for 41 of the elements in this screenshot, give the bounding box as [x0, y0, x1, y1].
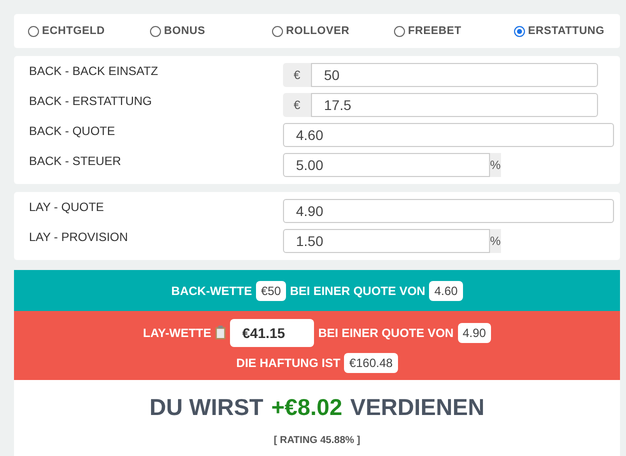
rating-text: [ RATING 45.88% ] — [274, 435, 360, 446]
stake-value: €50 — [256, 280, 286, 300]
radio-icon[interactable] — [514, 26, 525, 36]
odds-label: BEI EINER QUOTE VON — [318, 326, 454, 340]
liability-label: DIE HAFTUNG IST — [236, 356, 340, 370]
currency-addon: € — [283, 63, 311, 87]
mode-radio[interactable]: ECHTGELD — [28, 25, 150, 37]
field-label: BACK - ERSTATTUNG — [29, 93, 153, 110]
result-text: VERDIENEN — [350, 394, 484, 421]
field-label: BACK - STEUER — [29, 153, 122, 170]
input-field[interactable]: 4.60 — [283, 123, 614, 147]
mode-radio[interactable]: BONUS — [150, 25, 272, 37]
input-field[interactable]: 1.50 — [283, 229, 490, 253]
result-text: DU WIRST — [150, 394, 264, 421]
odds-value: 4.90 — [458, 322, 491, 342]
profit-value: +€8.02 — [271, 394, 342, 421]
mode-radio[interactable]: ROLLOVER — [272, 25, 394, 37]
odds-label: BEI EINER QUOTE VON — [290, 284, 426, 298]
radio-icon[interactable] — [28, 26, 39, 36]
odds-value: 4.60 — [429, 280, 463, 300]
percent-addon: % — [490, 229, 501, 253]
input-field[interactable]: 5.00 — [283, 153, 490, 177]
field-label: BACK - BACK EINSATZ — [29, 63, 160, 80]
lay-stake-field[interactable]: €41.15 — [230, 318, 314, 346]
bet-label: BACK-WETTE — [171, 284, 252, 298]
field-label: LAY - PROVISION — [29, 229, 129, 246]
field-label: LAY - QUOTE — [29, 199, 105, 216]
bet-label: LAY-WETTE — [143, 326, 212, 340]
field-label: BACK - QUOTE — [29, 123, 116, 140]
mode-radio[interactable]: FREEBET — [394, 25, 514, 37]
input-field[interactable]: 17.5 — [311, 93, 598, 117]
percent-addon: % — [490, 153, 501, 177]
input-field[interactable]: 50 — [311, 63, 598, 87]
input-field[interactable]: 4.90 — [283, 199, 614, 223]
currency-addon: € — [283, 93, 311, 117]
radio-icon[interactable] — [394, 26, 405, 36]
radio-icon[interactable] — [272, 26, 283, 36]
liability-value: €160.48 — [344, 352, 398, 372]
clipboard-icon[interactable] — [215, 325, 226, 340]
mode-radio[interactable]: ERSTATTUNG — [514, 25, 605, 37]
radio-icon[interactable] — [150, 26, 161, 36]
